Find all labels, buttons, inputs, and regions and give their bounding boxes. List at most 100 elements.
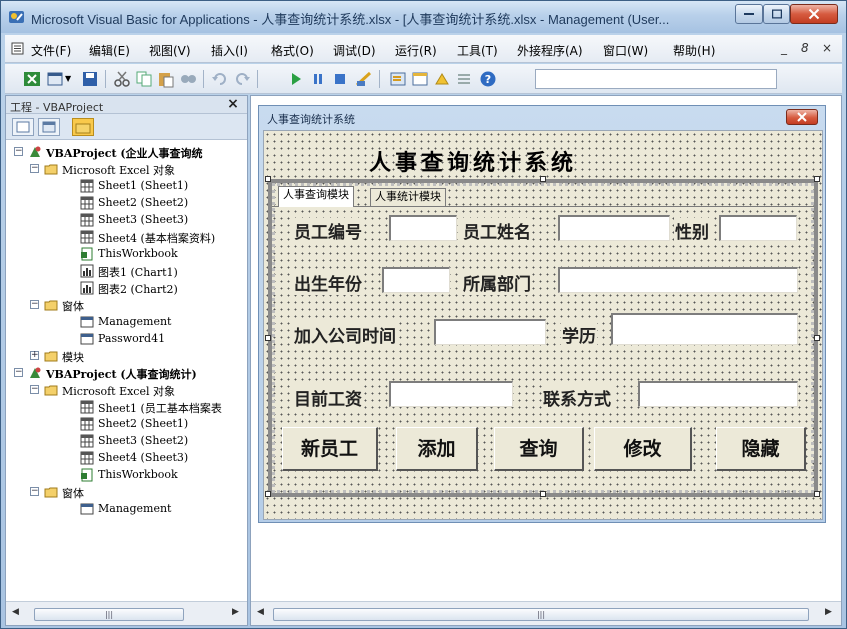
resize-handle[interactable] [814, 491, 820, 497]
undo-icon[interactable] [211, 70, 229, 88]
scroll-thumb[interactable]: ||| [34, 608, 184, 621]
join-date-field[interactable] [434, 319, 546, 345]
menu-tools[interactable]: 工具(T) [457, 42, 498, 59]
tree-node-sheet[interactable]: Sheet2 (Sheet2) [6, 195, 247, 212]
tree-node-form[interactable]: Password41 [6, 331, 247, 348]
multipage-control[interactable]: 人事查询模块 人事统计模块 员工编号 员工姓名 性别 出生年份 所属部门 加入公… [265, 176, 820, 497]
run-icon[interactable] [287, 70, 305, 88]
project-horizontal-scrollbar[interactable]: ◀ ||| ▶ [6, 601, 247, 625]
gender-field[interactable] [719, 215, 797, 241]
tree-node-sheet[interactable]: Sheet4 (基本档案资料) [6, 229, 247, 246]
menu-help[interactable]: 帮助(H) [673, 42, 715, 59]
scroll-left-icon[interactable]: ◀ [12, 607, 19, 617]
tree-node-folder[interactable]: − Microsoft Excel 对象 [6, 382, 247, 399]
tree-node-workbook[interactable]: ThisWorkbook [6, 246, 247, 263]
redo-icon[interactable] [233, 70, 251, 88]
tree-node-folder[interactable]: − 窗体 [6, 484, 247, 501]
userform-client-area[interactable]: 人事查询统计系统 人事查询模块 人事统计模块 员工编号 员工姓名 性别 出生年份… [263, 130, 823, 520]
menu-file[interactable]: 文件(F) [31, 42, 71, 59]
tree-node-project[interactable]: − VBAProject (人事查询统计) [6, 365, 247, 382]
tab-query-module[interactable]: 人事查询模块 [278, 186, 354, 207]
find-icon[interactable] [179, 70, 197, 88]
resize-handle[interactable] [540, 491, 546, 497]
view-code-button[interactable] [12, 118, 34, 136]
tree-node-sheet[interactable]: Sheet3 (Sheet3) [6, 212, 247, 229]
collapse-toggle[interactable]: − [30, 385, 39, 394]
tree-node-folder[interactable]: − 窗体 [6, 297, 247, 314]
project-explorer-icon[interactable] [389, 70, 407, 88]
expand-toggle[interactable]: + [30, 351, 39, 360]
tree-node-form[interactable]: Management [6, 501, 247, 518]
view-excel-icon[interactable] [23, 70, 41, 88]
view-object-button[interactable] [38, 118, 60, 136]
add-button[interactable]: 添加 [396, 427, 478, 471]
tree-node-folder[interactable]: + 模块 [6, 348, 247, 365]
current-salary-field[interactable] [389, 381, 513, 407]
object-browser-icon[interactable] [433, 70, 451, 88]
tree-node-sheet[interactable]: Sheet3 (Sheet2) [6, 433, 247, 450]
menu-insert[interactable]: 插入(I) [211, 42, 248, 59]
tree-node-form[interactable]: Management [6, 314, 247, 331]
tree-node-sheet[interactable]: Sheet1 (员工基本档案表 [6, 399, 247, 416]
reset-icon[interactable] [331, 70, 349, 88]
resize-handle[interactable] [265, 176, 271, 182]
tree-node-folder[interactable]: − Microsoft Excel 对象 [6, 161, 247, 178]
tree-node-sheet[interactable]: Sheet2 (Sheet1) [6, 416, 247, 433]
tab-statistics-module[interactable]: 人事统计模块 [370, 188, 446, 206]
cut-icon[interactable] [113, 70, 131, 88]
toolbox-icon[interactable] [455, 70, 473, 88]
menu-run[interactable]: 运行(R) [395, 42, 437, 59]
department-field[interactable] [558, 267, 798, 293]
scroll-right-icon[interactable]: ▶ [825, 607, 832, 617]
tree-node-sheet[interactable]: Sheet4 (Sheet3) [6, 450, 247, 467]
tree-node-project[interactable]: − VBAProject (企业人事查询统 [6, 144, 247, 161]
maximize-button[interactable] [763, 4, 790, 24]
employee-id-field[interactable] [389, 215, 457, 241]
tree-node-chart[interactable]: 图表2 (Chart2) [6, 280, 247, 297]
design-mode-icon[interactable] [355, 70, 373, 88]
help-icon[interactable]: ? [479, 70, 497, 88]
scroll-left-icon[interactable]: ◀ [257, 607, 264, 617]
minimize-button[interactable] [735, 4, 763, 24]
scroll-right-icon[interactable]: ▶ [232, 607, 239, 617]
designer-horizontal-scrollbar[interactable]: ◀ ||| ▶ [251, 601, 841, 625]
pause-icon[interactable] [309, 70, 327, 88]
contact-field[interactable] [638, 381, 798, 407]
resize-handle[interactable] [265, 335, 271, 341]
userform-close-button[interactable] [786, 109, 818, 125]
hide-button[interactable]: 隐藏 [716, 427, 806, 471]
close-button[interactable] [790, 4, 838, 24]
resize-handle[interactable] [540, 176, 546, 182]
education-field[interactable] [611, 313, 798, 345]
mdi-restore-button[interactable]: 8 [801, 41, 809, 55]
toggle-folders-button[interactable] [72, 118, 94, 136]
collapse-toggle[interactable]: − [30, 164, 39, 173]
new-employee-button[interactable]: 新员工 [282, 427, 378, 471]
birth-year-field[interactable] [382, 267, 450, 293]
menu-window[interactable]: 窗口(W) [603, 42, 648, 59]
menu-addins[interactable]: 外接程序(A) [517, 42, 583, 59]
resize-handle[interactable] [265, 491, 271, 497]
menu-format[interactable]: 格式(O) [271, 42, 314, 59]
tree-node-chart[interactable]: 图表1 (Chart1) [6, 263, 247, 280]
paste-icon[interactable] [157, 70, 175, 88]
mdi-close-button[interactable]: × [822, 41, 832, 55]
resize-handle[interactable] [814, 176, 820, 182]
menu-debug[interactable]: 调试(D) [333, 42, 376, 59]
modify-button[interactable]: 修改 [594, 427, 692, 471]
resize-handle[interactable] [814, 335, 820, 341]
properties-window-icon[interactable] [411, 70, 429, 88]
mdi-minimize-button[interactable]: _ [781, 41, 787, 55]
collapse-toggle[interactable]: − [14, 147, 23, 156]
collapse-toggle[interactable]: − [14, 368, 23, 377]
menu-edit[interactable]: 编辑(E) [89, 42, 130, 59]
insert-userform-icon[interactable] [47, 70, 65, 88]
menu-view[interactable]: 视图(V) [149, 42, 191, 59]
save-icon[interactable] [81, 70, 99, 88]
query-button[interactable]: 查询 [494, 427, 584, 471]
employee-name-field[interactable] [558, 215, 670, 241]
collapse-toggle[interactable]: − [30, 487, 39, 496]
copy-icon[interactable] [135, 70, 153, 88]
scroll-thumb[interactable]: ||| [273, 608, 809, 621]
userform-management[interactable]: 人事查询统计系统 人事查询统计系统 人事查询模块 人事统计模块 员工编号 员工姓… [258, 105, 826, 523]
